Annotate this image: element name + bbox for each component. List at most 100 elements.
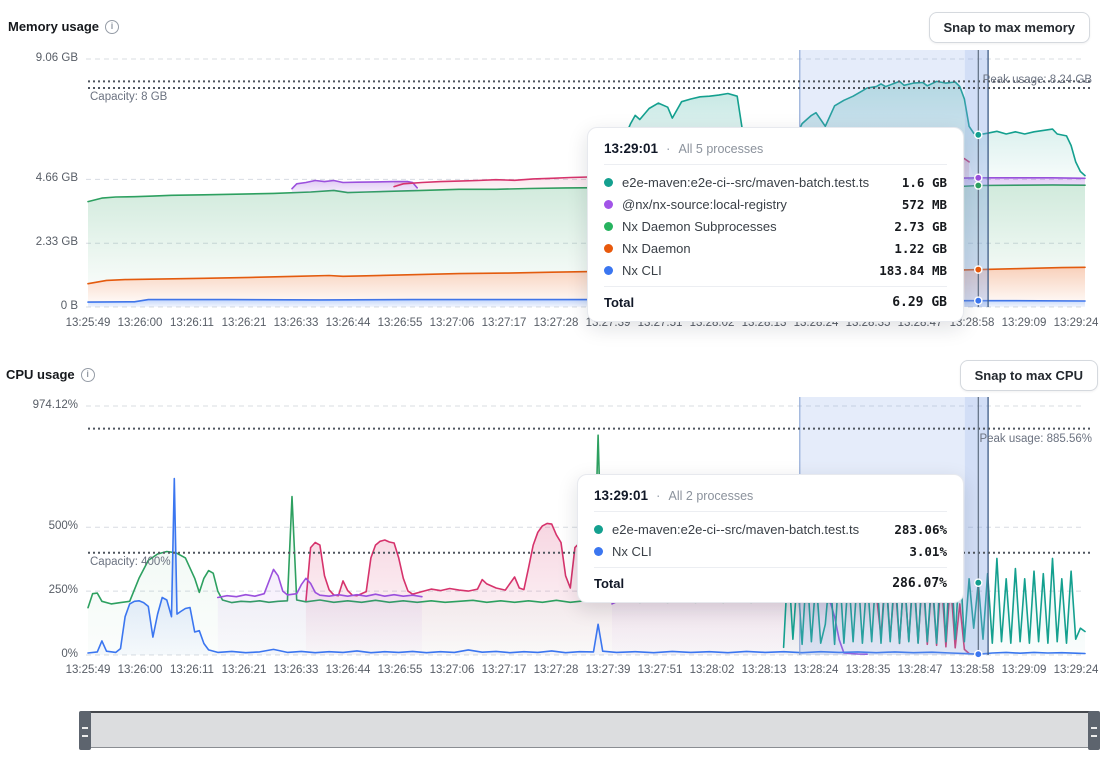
cpu-x-axis-tick: 13:26:55 <box>378 664 423 676</box>
series-color-dot <box>604 244 613 253</box>
cpu-peak-label: Peak usage: 885.56% <box>979 433 1092 445</box>
cpu-y-axis-tick: 250% <box>0 584 78 596</box>
cpu-x-axis-tick: 13:27:17 <box>482 664 527 676</box>
cpu-title-text: CPU usage <box>6 367 75 382</box>
tooltip-total-row: Total 286.07% <box>594 567 947 591</box>
memory-title-text: Memory usage <box>8 19 99 34</box>
tooltip-row: e2e-maven:e2e-ci--src/maven-batch.test.t… <box>594 518 947 540</box>
tooltip-separator: · <box>666 141 671 156</box>
series-color-dot <box>604 178 613 187</box>
memory-x-axis-tick: 13:26:55 <box>378 317 423 329</box>
tooltip-time: 13:29:01 <box>604 141 658 156</box>
tooltip-header: 13:29:01 · All 2 processes <box>594 484 947 512</box>
series-color-dot <box>594 547 603 556</box>
tooltip-rows: e2e-maven:e2e-ci--src/maven-batch.test.t… <box>604 165 947 284</box>
tooltip-series-name: Nx Daemon <box>622 241 885 256</box>
tooltip-row: Nx Daemon Subprocesses 2.73 GB <box>604 215 947 237</box>
cpu-y-axis-tick: 500% <box>0 520 78 532</box>
tooltip-series-value: 283.06% <box>894 522 947 537</box>
tooltip-time: 13:29:01 <box>594 488 648 503</box>
brush-right-handle[interactable] <box>1088 711 1100 750</box>
tooltip-rows: e2e-maven:e2e-ci--src/maven-batch.test.t… <box>594 512 947 565</box>
memory-chart-title: Memory usage i <box>8 19 119 34</box>
cpu-x-axis-tick: 13:25:49 <box>66 664 111 676</box>
memory-x-axis-tick: 13:29:24 <box>1054 317 1099 329</box>
tooltip-series-value: 1.22 GB <box>894 241 947 256</box>
series-color-dot <box>594 525 603 534</box>
cpu-x-axis-tick: 13:26:21 <box>222 664 267 676</box>
cpu-y-axis-tick: 974.12% <box>0 399 78 411</box>
tooltip-series-name: e2e-maven:e2e-ci--src/maven-batch.test.t… <box>612 522 885 537</box>
memory-x-axis-tick: 13:26:21 <box>222 317 267 329</box>
tooltip-row: @nx/nx-source:local-registry572 MB <box>604 193 947 215</box>
snap-to-max-memory-button[interactable]: Snap to max memory <box>929 12 1091 43</box>
tooltip-subtitle: All 2 processes <box>669 489 754 503</box>
memory-x-axis-tick: 13:27:06 <box>430 317 475 329</box>
cpu-y-axis-tick: 0% <box>0 648 78 660</box>
tooltip-total-value: 6.29 GB <box>892 295 947 310</box>
tooltip-subtitle: All 5 processes <box>679 142 764 156</box>
memory-x-axis-tick: 13:26:44 <box>326 317 371 329</box>
tooltip-header: 13:29:01 · All 5 processes <box>604 137 947 165</box>
info-icon[interactable]: i <box>105 20 119 34</box>
cpu-x-axis-tick: 13:27:06 <box>430 664 475 676</box>
cpu-x-axis-tick: 13:29:24 <box>1054 664 1099 676</box>
cpu-x-axis-tick: 13:26:33 <box>274 664 319 676</box>
memory-x-axis-tick: 13:26:33 <box>274 317 319 329</box>
tooltip-total-label: Total <box>594 576 892 591</box>
memory-x-axis-tick: 13:29:09 <box>1002 317 1047 329</box>
time-range-brush[interactable] <box>80 711 1099 748</box>
tooltip-row: Nx CLI 183.84 MB <box>604 259 947 281</box>
memory-tooltip: 13:29:01 · All 5 processes e2e-maven:e2e… <box>587 127 964 322</box>
tooltip-series-name: e2e-maven:e2e-ci--src/maven-batch.test.t… <box>622 175 893 190</box>
cpu-x-axis-tick: 13:28:47 <box>898 664 943 676</box>
snap-to-max-cpu-button[interactable]: Snap to max CPU <box>960 360 1098 391</box>
tooltip-total-row: Total 6.29 GB <box>604 286 947 310</box>
memory-x-axis-tick: 13:27:17 <box>482 317 527 329</box>
memory-x-axis-tick: 13:25:49 <box>66 317 111 329</box>
tooltip-series-name: @nx/nx-source:local-registry <box>622 197 893 212</box>
info-icon[interactable]: i <box>81 368 95 382</box>
tooltip-series-name: Nx CLI <box>622 263 870 278</box>
cpu-chart-title: CPU usage i <box>6 367 95 382</box>
cpu-x-axis-tick: 13:26:11 <box>170 664 214 676</box>
cpu-x-axis-tick: 13:27:39 <box>586 664 631 676</box>
process-profiler-page: Memory usage i Snap to max memory CPU us… <box>0 0 1118 761</box>
cpu-x-axis-tick: 13:28:02 <box>690 664 735 676</box>
memory-x-axis-tick: 13:26:00 <box>118 317 163 329</box>
memory-y-axis-tick: 0 B <box>0 300 78 312</box>
cpu-tooltip: 13:29:01 · All 2 processes e2e-maven:e2e… <box>577 474 964 603</box>
cpu-x-axis-tick: 13:28:58 <box>950 664 995 676</box>
tooltip-series-value: 183.84 MB <box>879 263 947 278</box>
series-color-dot <box>604 266 613 275</box>
tooltip-series-name: Nx CLI <box>612 544 900 559</box>
brush-left-handle[interactable] <box>79 711 91 750</box>
cpu-capacity-label: Capacity: 400% <box>90 556 171 568</box>
memory-x-axis-tick: 13:27:28 <box>534 317 579 329</box>
tooltip-row: e2e-maven:e2e-ci--src/maven-batch.test.t… <box>604 171 947 193</box>
memory-y-axis-tick: 2.33 GB <box>0 236 78 248</box>
cpu-x-axis-tick: 13:27:28 <box>534 664 579 676</box>
tooltip-row: Nx CLI3.01% <box>594 540 947 562</box>
tooltip-series-value: 2.73 GB <box>894 219 947 234</box>
cpu-x-axis-tick: 13:29:09 <box>1002 664 1047 676</box>
cpu-x-axis-tick: 13:28:13 <box>742 664 787 676</box>
tooltip-series-value: 1.6 GB <box>902 175 947 190</box>
cpu-x-axis-tick: 13:27:51 <box>638 664 683 676</box>
tooltip-separator: · <box>656 488 661 503</box>
cpu-x-axis-tick: 13:26:44 <box>326 664 371 676</box>
memory-capacity-label: Capacity: 8 GB <box>90 91 167 103</box>
tooltip-series-name: Nx Daemon Subprocesses <box>622 219 885 234</box>
cpu-x-axis-tick: 13:26:00 <box>118 664 163 676</box>
tooltip-row: Nx Daemon 1.22 GB <box>604 237 947 259</box>
memory-peak-label: Peak usage: 8.24 GB <box>983 74 1092 86</box>
memory-y-axis-tick: 9.06 GB <box>0 52 78 64</box>
cpu-x-axis-tick: 13:28:35 <box>846 664 891 676</box>
series-color-dot <box>604 222 613 231</box>
tooltip-total-label: Total <box>604 295 892 310</box>
cpu-x-axis-tick: 13:28:24 <box>794 664 839 676</box>
memory-x-axis-tick: 13:26:11 <box>170 317 214 329</box>
series-color-dot <box>604 200 613 209</box>
memory-y-axis-tick: 4.66 GB <box>0 172 78 184</box>
tooltip-total-value: 286.07% <box>892 576 947 591</box>
